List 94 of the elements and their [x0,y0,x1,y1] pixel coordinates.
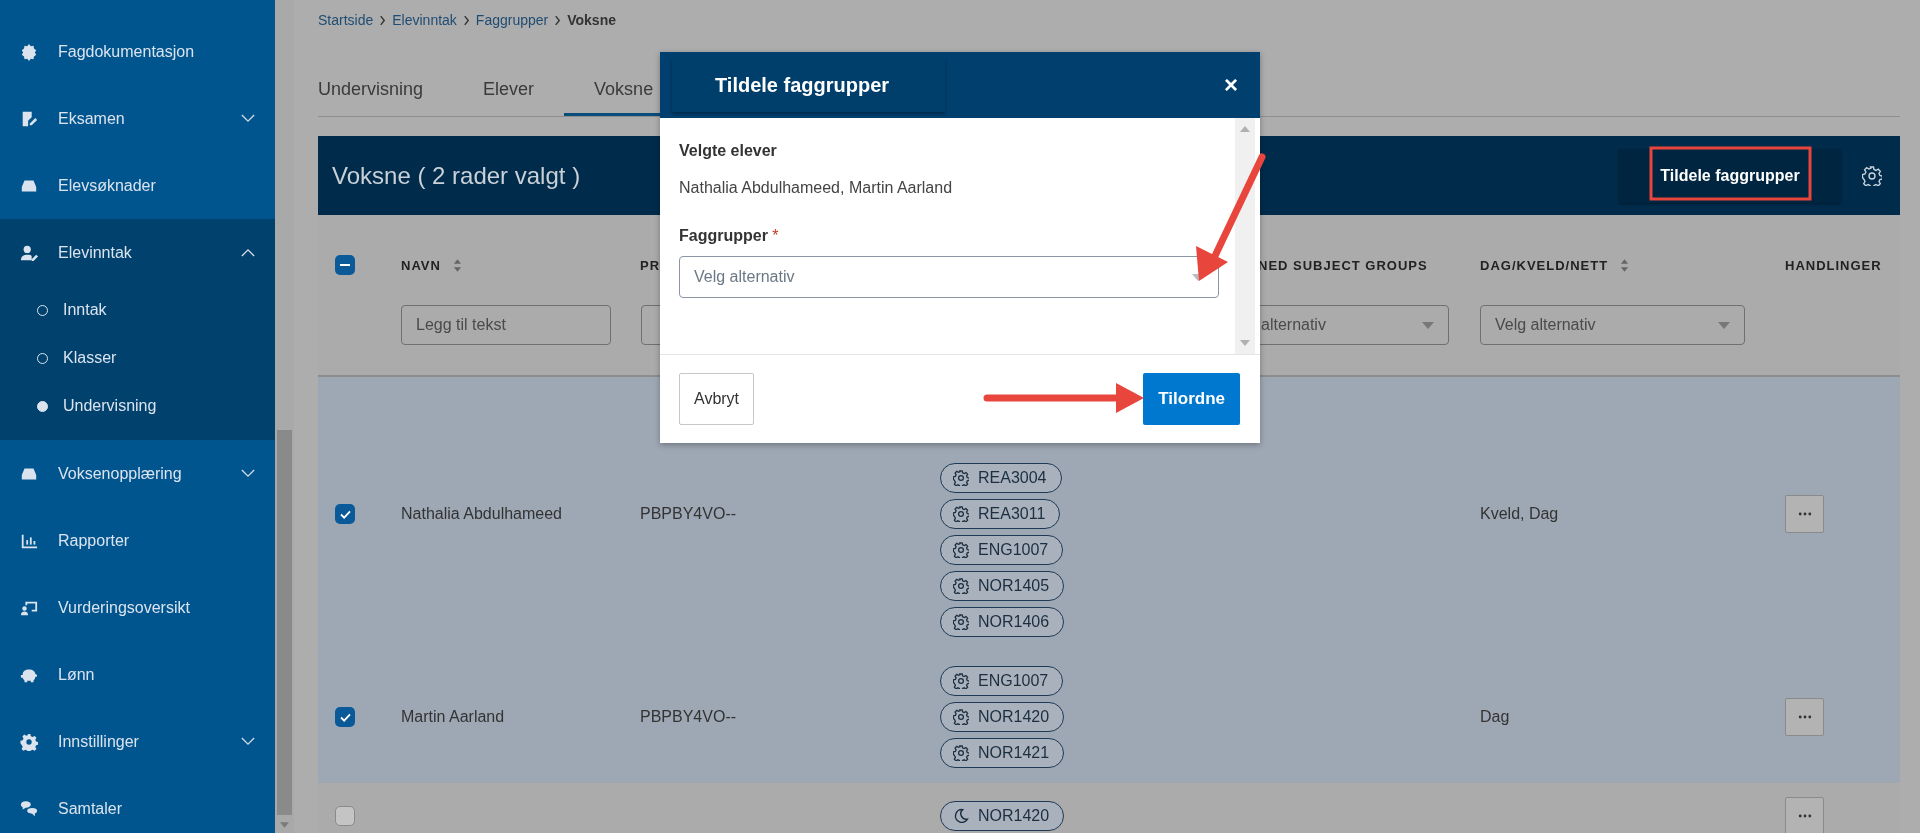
tab[interactable]: Undervisning [318,65,454,116]
sidebar-item[interactable]: Elevsøknader [0,152,275,219]
breadcrumb-link[interactable]: Elevinntak [392,12,457,28]
sidebar-item[interactable]: Vurderingsoversikt [0,574,275,641]
sidebar-item[interactable]: Elevinntak [0,219,275,286]
subject-group-chip[interactable]: REA3011 [940,499,1061,529]
document-pen-icon [20,109,38,128]
breadcrumb-current: Voksne [567,12,616,28]
sort-icon[interactable] [452,257,462,273]
subject-group-chip[interactable]: NOR1420 [940,801,1065,831]
scrollbar[interactable] [1235,118,1255,354]
chevron-down-icon [241,469,255,478]
moon-icon [953,808,969,824]
select-field[interactable]: Velg alternativ [679,256,1219,298]
subject-group-chip[interactable]: NOR1405 [940,571,1065,601]
more-icon [1797,512,1812,516]
column-header: PR [640,257,661,273]
dialog-title: Tildele faggrupper [672,58,945,112]
subject-group-chip[interactable]: REA3004 [940,463,1062,493]
table-cell-text: Kveld, Dag [1480,505,1560,523]
gear-icon [953,470,969,486]
subject-group-chip[interactable]: NOR1421 [940,738,1065,768]
select-all-checkbox[interactable] [335,255,355,275]
gear-icon [953,709,969,725]
required-mark: * [772,227,779,244]
filter-field[interactable]: Legg til tekst [401,305,611,345]
dropdown-caret-icon [1718,321,1730,329]
tab[interactable]: Elever [453,65,565,116]
gear-icon [953,673,969,689]
cancel-button[interactable]: Avbryt [679,373,755,425]
row-checkbox[interactable] [335,806,355,826]
sidebar-item[interactable]: Innstillinger [0,708,275,775]
chevron-up-icon [241,248,255,257]
table-cell-text: Nathalia Abdulhameed [401,505,563,523]
gear-icon [953,542,969,558]
subject-group-chip[interactable]: ENG1007 [940,535,1064,565]
sidebar-subitem[interactable]: Inntak [0,286,275,334]
chevron-down-icon [241,114,255,123]
panel-title: Voksne ( 2 rader valgt ) [332,161,581,190]
more-button[interactable] [1785,495,1824,533]
table-cell-text: Dag [1480,708,1511,726]
sidebar-subitem[interactable]: Klasser [0,334,275,382]
gear-icon [953,506,969,522]
column-header: DAG/KVELD/NETT [1480,257,1609,273]
sort-icon[interactable] [1620,257,1630,273]
subject-group-chip[interactable]: ENG1007 [940,666,1064,696]
chevron-down-icon [241,737,255,746]
sidebar-item[interactable]: Samtaler [0,775,275,833]
dropdown-caret-icon [1422,321,1434,329]
column-header: HANDLINGER [1785,257,1882,273]
sidebar-item[interactable]: Rapporter [0,507,275,574]
selected-students-text: Nathalia Abdulhameed, Martin Aarland [679,179,954,197]
subject-group-chip[interactable]: NOR1406 [940,607,1065,637]
gear-icon [953,578,969,594]
sidebar-item[interactable]: Eksamen [0,85,275,152]
scroll-down-icon[interactable] [280,822,289,828]
chat-icon [20,799,38,818]
scroll-down-icon[interactable] [1240,340,1250,346]
column-header: NAVN [401,257,441,273]
chevron-right-icon [379,14,387,26]
badge-icon [20,42,38,61]
more-button[interactable] [1785,698,1824,736]
scrollbar[interactable] [275,0,294,833]
table-row[interactable]: Martin Aarland PBPBY4VO-- ENG1007 NOR1420 NOR1421 Dag [318,652,1900,783]
gear-icon [953,745,969,761]
scroll-up-icon[interactable] [1240,126,1250,132]
settings-icon[interactable] [1862,165,1882,186]
sidebar-item[interactable]: Lønn [0,641,275,708]
gear-icon [953,614,969,630]
table-cell-text: Martin Aarland [401,708,506,726]
more-icon [1797,814,1812,818]
confirm-button[interactable]: Tilordne [1143,373,1240,425]
user-pen-icon [20,243,38,262]
field-label: Velgte elever [679,142,778,160]
table-cell-text: PBPBY4VO-- [640,708,738,726]
chevron-right-icon [462,14,470,26]
sidebar-item[interactable]: Voksenopplæring [0,440,275,507]
check-icon [339,712,351,722]
breadcrumb-link[interactable]: Faggrupper [475,12,549,28]
check-icon [339,509,351,519]
close-button[interactable]: × [1224,71,1238,99]
more-button[interactable] [1785,797,1824,833]
sidebar-item[interactable]: Fagdokumentasjon [0,18,275,85]
chevron-right-icon [554,14,562,26]
sidebar-subitem[interactable]: Undervisning [0,382,275,430]
table-cell-text: PBPBY4VO-- [640,505,738,523]
more-icon [1797,715,1812,719]
subject-group-chip[interactable]: NOR1420 [940,702,1065,732]
settings-icon [20,732,38,751]
row-checkbox[interactable] [335,504,355,524]
filter-field[interactable]: Velg alternativ [1480,305,1745,345]
row-checkbox[interactable] [335,707,355,727]
breadcrumb-link[interactable]: Startside [318,12,374,28]
field-label: Faggrupper [679,227,768,244]
